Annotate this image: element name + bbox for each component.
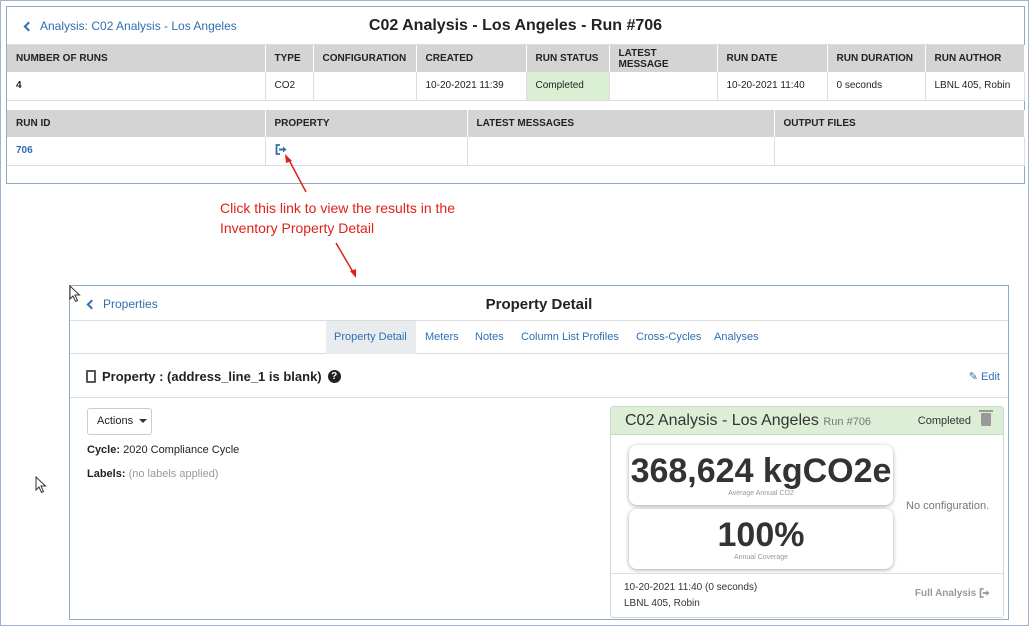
table-header-row: NUMBER OF RUNS TYPE CONFIGURATION CREATE…	[7, 45, 1025, 72]
tab-property-detail[interactable]: Property Detail	[326, 321, 416, 354]
column-header[interactable]: RUN STATUS	[526, 45, 610, 72]
annotation-line-1: Click this link to view the results in t…	[220, 200, 455, 216]
column-header[interactable]: RUN DURATION	[827, 45, 926, 72]
analysis-run-header: Analysis: C02 Analysis - Los Angeles C02…	[7, 7, 1024, 45]
pencil-icon: ✎	[968, 371, 978, 383]
run-status-cell: Completed	[526, 72, 610, 101]
run-detail-table: RUN ID PROPERTY LATEST MESSAGES OUTPUT F…	[7, 110, 1025, 166]
labels-label: Labels:	[87, 468, 126, 480]
latest-message-cell	[609, 72, 718, 101]
cycle-value: 2020 Compliance Cycle	[123, 444, 240, 456]
annotation-text: Click this link to view the results in t…	[220, 198, 455, 238]
column-header[interactable]: TYPE	[265, 45, 314, 72]
trash-icon[interactable]	[979, 410, 993, 426]
property-heading: Property : (address_line_1 is blank) ?	[86, 369, 341, 384]
analysis-card-title: C02 Analysis - Los Angeles Run #706	[625, 412, 871, 430]
coverage-metric-value: 100%	[717, 516, 805, 554]
edit-label: Edit	[981, 371, 1000, 383]
analysis-name: C02 Analysis - Los Angeles	[625, 412, 819, 429]
property-heading-label: Property : (address_line_1 is blank)	[102, 369, 322, 384]
property-detail-header: Properties Property Detail	[70, 286, 1008, 321]
coverage-metric-label: Annual Coverage	[733, 554, 789, 561]
edit-property-link[interactable]: ✎ Edit	[969, 370, 1000, 383]
tab-meters[interactable]: Meters	[417, 321, 467, 354]
created-cell: 10-20-2021 11:39	[416, 72, 527, 101]
analysis-card-footer: 10-20-2021 11:40 (0 seconds) LBNL 405, R…	[611, 573, 1003, 617]
run-date-cell: 10-20-2021 11:40	[717, 72, 828, 101]
latest-messages-cell	[467, 137, 775, 166]
column-header[interactable]: CONFIGURATION	[313, 45, 417, 72]
tab-notes[interactable]: Notes	[467, 321, 512, 354]
tab-column-list-profiles[interactable]: Column List Profiles	[513, 321, 627, 354]
no-configuration-text: No configuration.	[906, 500, 990, 512]
run-author-cell: LBNL 405, Robin	[925, 72, 1025, 101]
configuration-cell	[313, 72, 417, 101]
co2-metric-value: 368,624 kgCO2e	[630, 452, 892, 490]
property-cell	[265, 137, 468, 166]
analysis-run-number: Run #706	[823, 416, 872, 428]
labels-line: Labels: (no labels applied)	[87, 468, 218, 480]
property-detail-title: Property Detail	[485, 296, 593, 313]
column-header[interactable]: RUN DATE	[717, 45, 828, 72]
output-files-cell	[774, 137, 1025, 166]
run-id-link[interactable]: 706	[7, 137, 266, 166]
run-duration-cell: 0 seconds	[827, 72, 926, 101]
full-analysis-link[interactable]: Full Analysis	[915, 588, 991, 599]
labels-value: (no labels applied)	[128, 468, 219, 480]
table-header-row: RUN ID PROPERTY LATEST MESSAGES OUTPUT F…	[7, 110, 1025, 137]
property-heading-row: Property : (address_line_1 is blank) ? ✎…	[70, 354, 1008, 398]
co2-metric-box: 368,624 kgCO2e Average Annual CO2	[629, 445, 893, 505]
property-tabs: Property Detail Meters Notes Column List…	[70, 321, 1008, 354]
column-header[interactable]: LATEST MESSAGES	[467, 110, 775, 137]
cycle-line: Cycle: 2020 Compliance Cycle	[87, 444, 239, 456]
caret-down-icon	[139, 419, 148, 424]
analysis-card-header: C02 Analysis - Los Angeles Run #706 Comp…	[611, 407, 1003, 435]
annotation-line-2: Inventory Property Detail	[220, 220, 375, 236]
building-icon	[86, 370, 96, 383]
analysis-run-panel: Analysis: C02 Analysis - Los Angeles C02…	[6, 6, 1025, 184]
column-header[interactable]: CREATED	[416, 45, 527, 72]
column-header[interactable]: LATEST MESSAGE	[609, 45, 718, 72]
mouse-cursor-icon	[35, 476, 47, 494]
full-analysis-label: Full Analysis	[914, 588, 977, 599]
cycle-label: Cycle:	[87, 444, 121, 456]
column-header[interactable]: OUTPUT FILES	[774, 110, 1025, 137]
question-circle-icon[interactable]: ?	[327, 370, 341, 383]
property-link-icon[interactable]	[275, 143, 287, 155]
number-of-runs-cell: 4	[7, 72, 266, 101]
analysis-card: C02 Analysis - Los Angeles Run #706 Comp…	[610, 406, 1004, 618]
column-header[interactable]: RUN AUTHOR	[925, 45, 1025, 72]
external-link-icon	[979, 588, 990, 599]
page-title: C02 Analysis - Los Angeles - Run #706	[368, 17, 663, 34]
column-header[interactable]: RUN ID	[7, 110, 266, 137]
coverage-metric-box: 100% Annual Coverage	[629, 509, 893, 569]
column-header[interactable]: NUMBER OF RUNS	[7, 45, 266, 72]
table-row: 706	[7, 137, 1025, 166]
mouse-cursor-icon	[69, 285, 81, 303]
tab-cross-cycles[interactable]: Cross-Cycles	[628, 321, 709, 354]
type-cell: CO2	[265, 72, 314, 101]
run-date-duration: 10-20-2021 11:40 (0 seconds)	[624, 582, 758, 593]
property-detail-panel: Properties Property Detail Property Deta…	[69, 285, 1009, 620]
column-header[interactable]: PROPERTY	[265, 110, 468, 137]
analysis-status: Completed	[917, 415, 971, 427]
run-author: LBNL 405, Robin	[624, 598, 700, 609]
table-row: 4 CO2 10-20-2021 11:39 Completed 10-20-2…	[7, 72, 1025, 101]
co2-metric-label: Average Annual CO2	[728, 490, 794, 497]
run-summary-table: NUMBER OF RUNS TYPE CONFIGURATION CREATE…	[7, 45, 1025, 101]
actions-dropdown-button[interactable]: Actions	[87, 408, 152, 435]
actions-label: Actions	[97, 415, 134, 427]
tab-analyses[interactable]: Analyses	[706, 321, 767, 354]
